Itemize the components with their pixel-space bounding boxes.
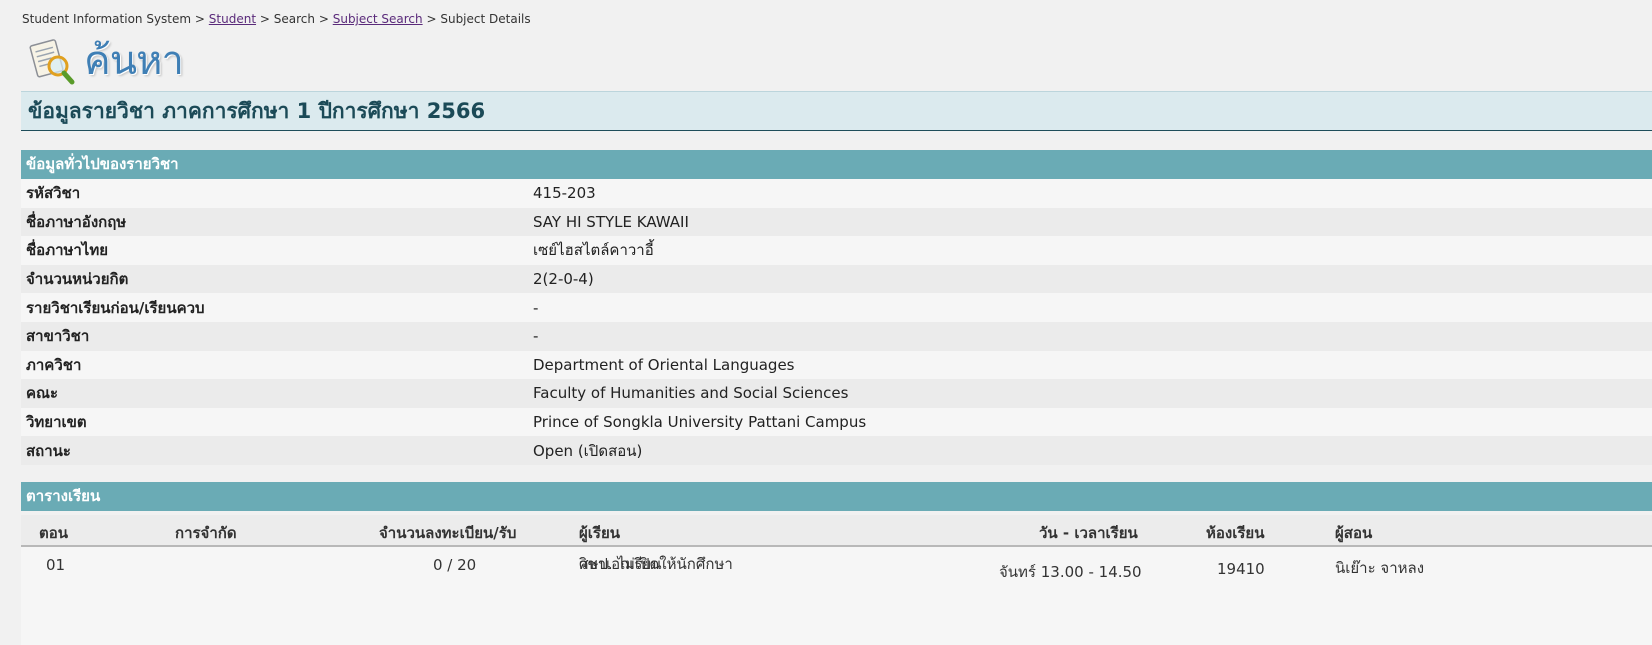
column-header-restriction: การจำกัด [175,524,237,542]
info-row: สถานะ Open (เปิดสอน) [21,436,1652,465]
info-value: - [533,298,539,317]
info-row: จำนวนหน่วยกิต 2(2-0-4) [21,264,1652,294]
info-label: รหัสวิชา [26,184,81,203]
column-header-time: วัน - เวลาเรียน [1039,524,1138,542]
breadcrumb-current: Subject Details [440,12,531,26]
page-title-bar: ข้อมูลรายวิชา ภาคการศึกษา 1 ปีการศึกษา 2… [21,91,1652,131]
info-label: ชื่อภาษาไทย [26,241,109,260]
column-header-room: ห้องเรียน [1206,524,1265,542]
schedule-header: ตารางเรียน [21,482,1652,511]
info-row: ชื่อภาษาไทย เซย์ไฮสไตล์คาวาอี้ [21,236,1652,265]
info-label: วิทยาเขต [26,413,87,432]
schedule-enrolled: 0 / 20 [433,556,477,574]
page-title: ข้อมูลรายวิชา ภาคการศึกษา 1 ปีการศึกษา 2… [28,99,486,123]
subject-details-page: Student Information System > Student > S… [0,0,1652,645]
logo-title: ค้นหา [84,38,184,84]
breadcrumb-separator: > [426,12,437,26]
info-row: ภาควิชา Department of Oriental Languages [21,350,1652,380]
breadcrumb-separator: > [318,12,329,26]
info-value: 415-203 [533,184,596,203]
info-value: Department of Oriental Languages [533,355,795,374]
search-document-magnifier-icon [28,36,76,86]
column-header-instructor: ผู้สอน [1335,524,1373,542]
info-row: รหัสวิชา 415-203 [21,179,1652,208]
schedule-table-header: ตอน การจำกัด จำนวนลงทะเบียน/รับ ผู้เรียน… [21,515,1652,547]
info-value: Prince of Songkla University Pattani Cam… [533,413,867,432]
breadcrumb: Student Information System > Student > S… [22,12,531,26]
search-logo: ค้นหา [28,36,184,86]
info-label: สาขาวิชา [26,327,90,346]
info-row: รายวิชาเรียนก่อน/เรียนควบ - [21,293,1652,322]
column-header-learners: ผู้เรียน [579,524,621,542]
info-value: - [533,327,539,346]
learners-line: วิชาเอกเรียน [579,555,662,573]
general-info-table: รหัสวิชา 415-203 ชื่อภาษาอังกฤษ SAY HI STYL… [21,179,1652,465]
info-value: 2(2-0-4) [533,270,594,289]
column-header-enrolled: จำนวนลงทะเบียน/รับ [379,524,517,542]
breadcrumb-link-student[interactable]: Student [209,12,256,26]
info-label: จำนวนหน่วยกิต [26,270,129,289]
info-value: Faculty of Humanities and Social Science… [533,384,849,403]
info-row: คณะ Faculty of Humanities and Social Scie… [21,379,1652,408]
info-value: SAY HI STYLE KAWAII [533,212,689,231]
info-row: วิทยาเขต Prince of Songkla University Pat… [21,407,1652,437]
breadcrumb-link-subject-search[interactable]: Subject Search [333,12,423,26]
info-label: คณะ [26,384,59,403]
breadcrumb-separator: > [259,12,270,26]
schedule-section: 01 [46,556,66,574]
breadcrumb-search: Search [273,12,315,26]
info-label: ภาควิชา [26,355,82,374]
column-header-section: ตอน [39,524,69,542]
schedule-instructor: นิเย๊าะ จาหลง [1335,559,1425,577]
info-label: สถานะ [26,441,71,460]
info-label: รายวิชาเรียนก่อน/เรียนควบ [26,298,205,317]
general-info-header: ข้อมูลทั่วไปของรายวิชา [21,150,1652,179]
breadcrumb-root: Student Information System [22,12,192,26]
breadcrumb-separator: > [194,12,205,26]
info-row: สาขาวิชา - [21,321,1652,351]
schedule-room: 19410 [1217,560,1265,578]
info-value: Open (เปิดสอน) [533,441,643,460]
info-row: ชื่อภาษาอังกฤษ SAY HI STYLE KAWAII [21,207,1652,237]
info-label: ชื่อภาษาอังกฤษ [26,212,127,231]
schedule-time: จันทร์ 13.00 - 14.50 [999,563,1142,581]
info-value: เซย์ไฮสไตล์คาวาอี้ [533,241,654,260]
schedule-row: 01 0 / 20 ศษป. ไม่เปิดให้นักศึกษา วิชาเอ… [21,547,1652,645]
